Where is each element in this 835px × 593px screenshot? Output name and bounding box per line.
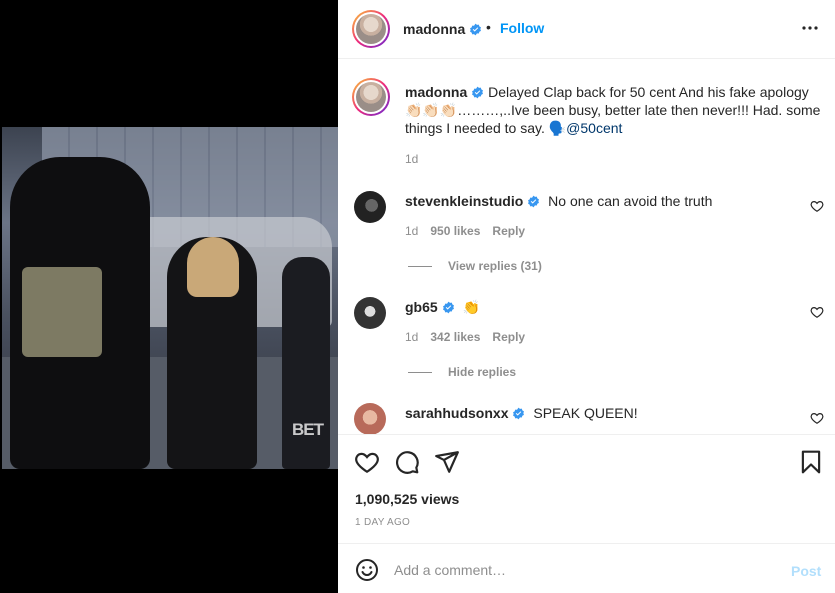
comment-bubble-icon[interactable] xyxy=(394,449,420,475)
like-comment-heart-icon[interactable] xyxy=(810,411,824,425)
add-comment-bar: Post xyxy=(338,543,835,593)
caption-username[interactable]: madonna xyxy=(405,84,467,100)
verified-badge-icon xyxy=(513,407,525,420)
comment-avatar[interactable] xyxy=(354,403,386,434)
comment-meta: 1d 950 likes Reply xyxy=(405,224,525,238)
like-comment-heart-icon[interactable] xyxy=(810,199,824,213)
post-date: 1 DAY AGO xyxy=(355,517,411,528)
video-figure-center xyxy=(167,237,257,469)
comment-likes[interactable]: 342 likes xyxy=(430,330,480,344)
post-sidebar: madonna • Follow madonna Delayed Clap ba… xyxy=(338,0,835,593)
comment-username[interactable]: stevenkleinstudio xyxy=(405,193,523,209)
reply-button[interactable]: Reply xyxy=(492,330,525,344)
comment-username[interactable]: gb65 xyxy=(405,299,438,315)
follow-button[interactable]: Follow xyxy=(500,20,544,36)
comment-likes[interactable]: 950 likes xyxy=(430,224,480,238)
verified-badge-icon xyxy=(528,195,540,208)
verified-badge-icon xyxy=(442,301,454,314)
comment-meta: 1d 342 likes Reply xyxy=(405,330,525,344)
caption-author-avatar[interactable] xyxy=(352,78,390,116)
share-paper-plane-icon[interactable] xyxy=(434,449,460,475)
comment-text: sarahhudsonxx SPEAK QUEEN! xyxy=(405,405,638,421)
replies-divider-line xyxy=(408,266,432,268)
more-options-icon[interactable] xyxy=(798,16,822,40)
post-actions: 1,090,525 views 1 DAY AGO xyxy=(338,434,835,543)
video-frame[interactable]: BET xyxy=(2,127,338,469)
comment-text: stevenkleinstudio No one can avoid the t… xyxy=(405,193,712,209)
video-figure-hair xyxy=(187,237,239,297)
like-heart-icon[interactable] xyxy=(354,449,380,475)
view-count[interactable]: 1,090,525 views xyxy=(355,491,459,507)
caption-age: 1d xyxy=(405,152,419,166)
author-username[interactable]: madonna xyxy=(403,21,482,37)
caption-mention-link[interactable]: @50cent xyxy=(566,120,622,136)
comment-body: No one can avoid the truth xyxy=(548,193,713,209)
post-comment-button[interactable]: Post xyxy=(791,563,821,579)
video-watermark: BET xyxy=(292,420,324,439)
verified-badge-icon xyxy=(472,86,484,99)
view-replies-button[interactable]: View replies (31) xyxy=(408,259,542,273)
comment-body: 👏 xyxy=(462,299,481,315)
comments-list[interactable]: madonna Delayed Clap back for 50 cent An… xyxy=(338,60,835,434)
comment-age: 1d xyxy=(405,330,419,344)
reply-button[interactable]: Reply xyxy=(492,224,525,238)
comment-avatar[interactable] xyxy=(354,191,386,223)
verified-badge-icon xyxy=(470,23,482,36)
author-avatar[interactable] xyxy=(352,10,390,48)
comment-username[interactable]: sarahhudsonxx xyxy=(405,405,508,421)
replies-divider-line xyxy=(408,372,432,374)
post-header: madonna • Follow xyxy=(338,0,835,59)
comment-input[interactable] xyxy=(394,557,774,583)
video-figure-shirt xyxy=(22,267,102,357)
comment-body: SPEAK QUEEN! xyxy=(533,405,638,421)
header-separator: • xyxy=(486,19,491,35)
video-figure-left xyxy=(10,157,150,469)
comment-age: 1d xyxy=(405,224,419,238)
post-caption: madonna Delayed Clap back for 50 cent An… xyxy=(405,83,823,137)
save-bookmark-icon[interactable] xyxy=(798,449,824,475)
comment-text: gb65 👏 xyxy=(405,299,480,316)
like-comment-heart-icon[interactable] xyxy=(810,305,824,319)
comment-avatar[interactable] xyxy=(354,297,386,329)
emoji-smiley-icon[interactable] xyxy=(355,558,379,582)
video-player[interactable]: BET xyxy=(0,0,338,593)
hide-replies-button[interactable]: Hide replies xyxy=(408,365,516,379)
